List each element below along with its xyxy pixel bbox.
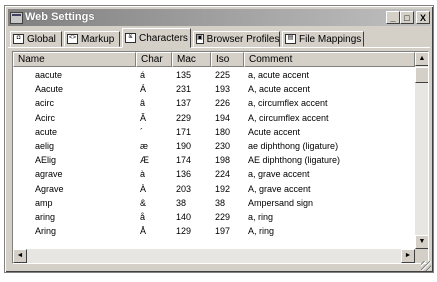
tab-label: File Mappings (299, 33, 362, 45)
markup-icon: <> (67, 34, 78, 44)
tab-label: Global (27, 33, 56, 45)
characters-table-panel: Name Char Mac Iso Comment aacute á 135 225 a… (12, 51, 429, 264)
characters-icon: & (125, 33, 136, 43)
scroll-up-arrow-icon[interactable]: ▲ (415, 52, 428, 66)
global-icon: ◘ (13, 34, 24, 44)
title-bar[interactable]: Web Settings _ □ X (8, 9, 430, 26)
vertical-scroll-thumb[interactable] (415, 67, 428, 83)
table-row[interactable]: Aring Å 129 197 A, ring (13, 223, 415, 239)
cell-iso: 197 (215, 226, 231, 237)
cell-char: Å (140, 226, 147, 237)
tab-browser-profiles[interactable]: ▣ Browser Profiles (193, 31, 280, 47)
tab-label: Browser Profiles (206, 33, 280, 45)
file-mappings-icon: ▤ (285, 34, 296, 44)
tab-global[interactable]: ◘ Global (10, 31, 62, 47)
scroll-left-arrow-icon[interactable]: ◄ (13, 249, 27, 263)
scroll-right-arrow-icon[interactable]: ► (401, 249, 415, 263)
resize-grip-icon[interactable] (421, 261, 431, 271)
close-button[interactable]: X (416, 11, 430, 24)
column-header-iso[interactable]: Iso (211, 52, 244, 67)
column-header-char[interactable]: Char (136, 52, 172, 67)
tab-strip: ◘ Global <> Markup & Characters ▣ Browse… (8, 28, 430, 48)
maximize-button[interactable]: □ (400, 11, 414, 24)
column-header-name[interactable]: Name (13, 52, 136, 67)
scroll-down-arrow-icon[interactable]: ▼ (415, 235, 428, 249)
tab-label: Markup (81, 33, 115, 45)
table-header: Name Char Mac Iso Comment (13, 52, 415, 67)
cell-mac: 129 (176, 226, 192, 237)
cell-name: Aring (35, 226, 57, 237)
browser-profiles-icon: ▣ (196, 34, 204, 44)
web-settings-window: Web Settings _ □ X ◘ Global <> Markup & … (4, 5, 434, 273)
window-title: Web Settings (25, 11, 95, 23)
horizontal-scrollbar[interactable]: ◄ ► (13, 249, 415, 263)
tab-characters[interactable]: & Characters (122, 28, 191, 48)
minimize-button[interactable]: _ (386, 11, 400, 24)
tab-markup[interactable]: <> Markup (64, 31, 120, 47)
column-header-mac[interactable]: Mac (172, 52, 211, 67)
tab-label: Characters (139, 32, 188, 44)
vertical-scrollbar[interactable]: ▲ ▼ (415, 52, 428, 249)
cell-comment: A, ring (248, 226, 275, 237)
column-header-comment[interactable]: Comment (244, 52, 415, 67)
window-icon (10, 12, 23, 24)
tab-file-mappings[interactable]: ▤ File Mappings (282, 31, 364, 47)
